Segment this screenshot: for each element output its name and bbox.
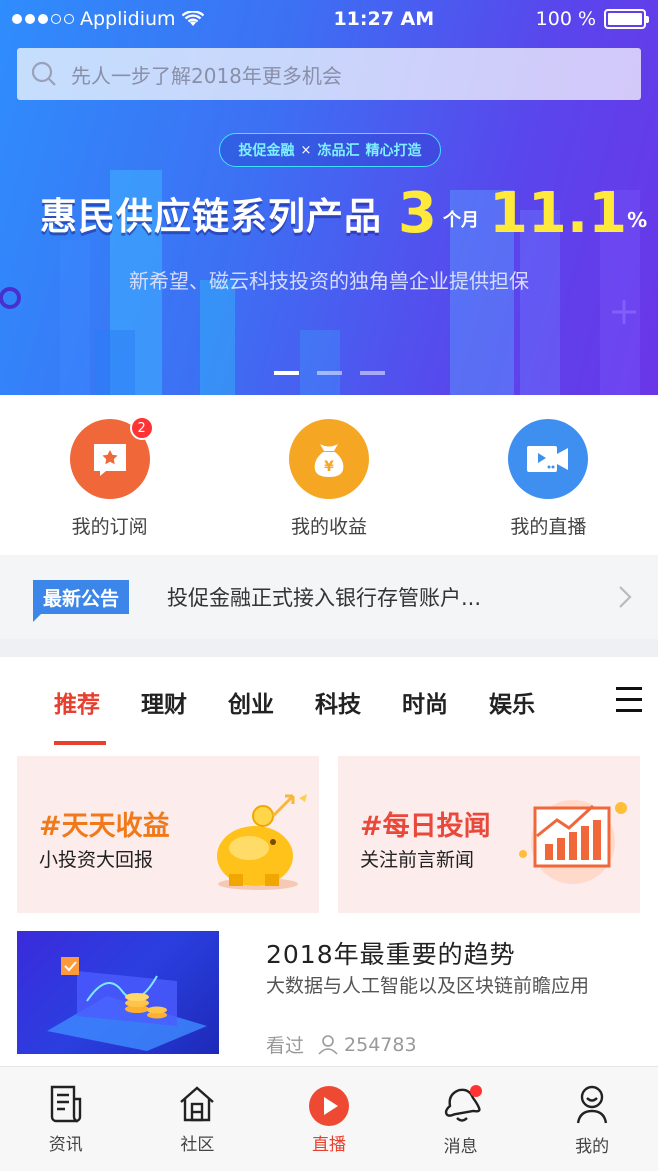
user-icon [318,1034,338,1055]
banner-rate-number: 11.1 [488,181,628,246]
quick-entry-earnings[interactable]: ¥ 我的收益 [219,395,438,552]
banner-tag-mid: 冻品汇 [317,143,360,159]
tab-tech[interactable]: 科技 [315,685,361,719]
svg-text:¥: ¥ [324,459,334,475]
nav-label: 资讯 [48,1135,83,1155]
battery-percent: 100 % [535,8,596,30]
hero-banner[interactable]: Applidium 11:27 AM 100 % 先人一步了解2018年更多机会… [0,0,658,395]
search-input[interactable]: 先人一步了解2018年更多机会 [71,60,342,89]
search-bar[interactable]: 先人一步了解2018年更多机会 [17,48,641,100]
battery-icon [604,9,649,29]
pager-dot-1[interactable] [274,371,299,375]
news-icon [50,1085,81,1123]
nav-label: 社区 [180,1135,215,1155]
quick-entry-label: 我的直播 [510,516,587,538]
nav-label: 直播 [311,1135,346,1155]
nav-messages[interactable]: 消息 [395,1067,527,1171]
pager-dot-2[interactable] [317,371,342,375]
clock: 11:27 AM [333,8,435,30]
carrier-name: Applidium [80,8,176,30]
tab-entertainment[interactable]: 娱乐 [489,685,535,719]
subscription-icon: 2 [69,416,154,499]
tab-finance[interactable]: 理财 [141,685,187,719]
nav-profile[interactable]: 我的 [526,1067,658,1171]
banner-tag-left: 投促金融 [238,143,295,159]
promo-card-subtitle: 小投资大回报 [39,849,154,871]
banner-tag-right: 精心打造 [365,143,422,159]
bar-chart-icon [519,800,627,884]
banner-rate-unit: % [627,208,648,232]
banner-subtitle: 新希望、磁云科技投资的独角兽企业提供担保 [129,269,529,293]
article-meta: 看过 254783 [266,1031,417,1058]
quick-entry-subscription[interactable]: 2 我的订阅 [0,395,219,552]
promo-card-title: #天天收益 [39,811,170,842]
bottom-nav: 资讯 社区 直播 消息 我的 [0,1066,658,1171]
chevron-right-icon [619,586,632,608]
announcement-text[interactable]: 投促金融正式接入银行存管账户... [167,582,618,612]
nav-label: 消息 [443,1137,478,1157]
banner-term-unit: 个月 [442,210,479,231]
article-thumbnail [17,931,219,1054]
viewed-label: 看过 [266,1035,305,1057]
announcement-bar[interactable]: 最新公告 投促金融正式接入银行存管账户... [0,555,658,639]
pager-dot-3[interactable] [360,371,385,375]
search-icon [31,61,56,86]
community-icon [180,1086,215,1122]
profile-icon [576,1085,608,1124]
wifi-icon [181,11,204,26]
menu-icon[interactable] [616,687,642,720]
notification-dot [469,1085,482,1097]
nav-news[interactable]: 资讯 [0,1067,132,1171]
category-tabs: 推荐 理财 创业 科技 时尚 娱乐 [0,657,658,747]
promo-card-daily-earnings[interactable]: #天天收益 小投资大回报 [17,756,319,913]
article-item[interactable]: 2018年最重要的趋势 大数据与人工智能以及区块链前瞻应用 看过 254783 [17,931,641,1058]
promo-card-subtitle: 关注前言新闻 [360,849,475,871]
signal-icon [12,14,74,24]
nav-community[interactable]: 社区 [132,1067,264,1171]
live-play-icon [308,1086,349,1126]
view-count-number: 254783 [344,1033,417,1056]
tab-startup[interactable]: 创业 [228,685,274,719]
promo-card-daily-news[interactable]: #每日投闻 关注前言新闻 [338,756,640,913]
status-bar: Applidium 11:27 AM 100 % [0,0,658,38]
video-icon [508,419,589,499]
subscription-badge: 2 [129,416,154,440]
view-count: 254783 [318,1034,417,1056]
banner-tag-sep: × [300,142,312,158]
tab-recommend[interactable]: 推荐 [54,685,106,745]
quick-entry-label: 我的收益 [290,516,367,538]
quick-entries: 2 我的订阅 ¥ 我的收益 我的直播 [0,395,658,552]
piggy-bank-icon [217,794,307,890]
quick-entry-live[interactable]: 我的直播 [439,395,658,552]
section-divider [0,639,658,657]
banner-title: 惠民供应链系列产品 [40,195,382,238]
money-bag-icon: ¥ [288,419,369,499]
banner-pager[interactable] [274,371,385,375]
tab-fashion[interactable]: 时尚 [402,685,448,719]
announcement-tag: 最新公告 [33,580,129,622]
banner-term-number: 3 [398,181,437,246]
banner-headline: 惠民供应链系列产品 3 个月 11.1 % [40,181,648,246]
quick-entry-label: 我的订阅 [71,516,148,538]
nav-label: 我的 [575,1137,610,1157]
nav-live[interactable]: 直播 [263,1067,395,1171]
article-title: 2018年最重要的趋势 [266,940,516,969]
article-description: 大数据与人工智能以及区块链前瞻应用 [266,975,590,997]
promo-card-title: #每日投闻 [360,811,491,842]
banner-tag: 投促金融 × 冻品汇 精心打造 [219,133,441,167]
